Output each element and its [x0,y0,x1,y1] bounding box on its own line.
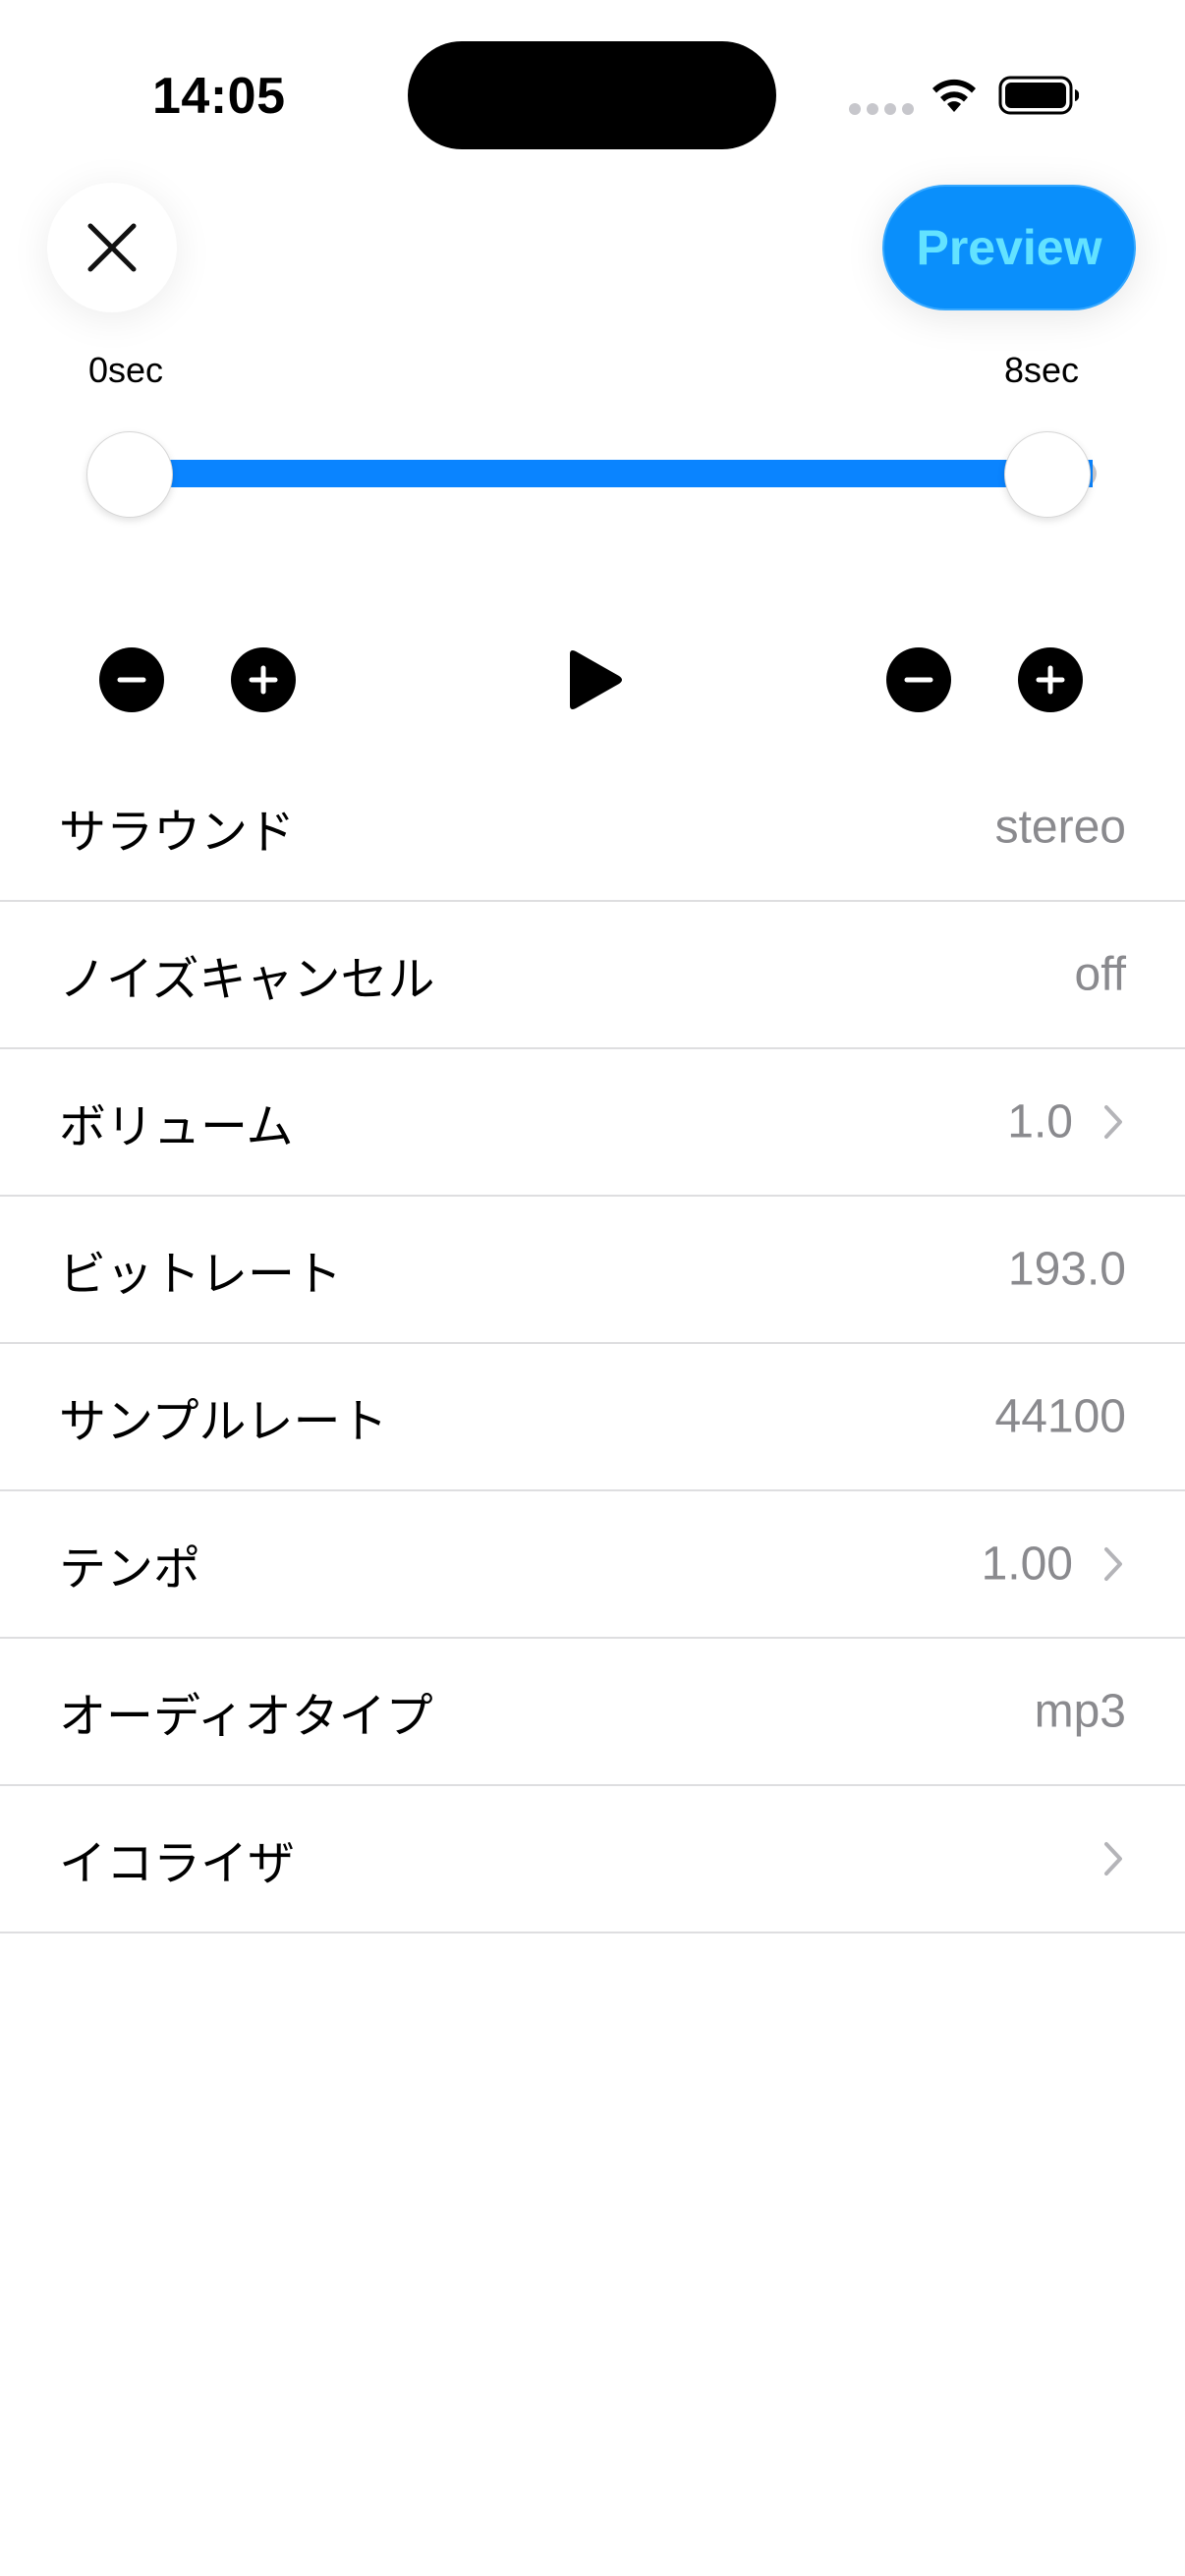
setting-label: サラウンド [59,805,296,860]
chevron-right-icon [1104,1105,1122,1139]
dynamic-island [408,41,776,149]
setting-label: イコライザ [59,1836,296,1891]
setting-row-bitrate[interactable]: ビットレート 193.0 [0,1197,1185,1344]
setting-label: テンポ [59,1541,201,1596]
chevron-right-icon [1104,1842,1122,1876]
setting-value: 1.0 [1007,1095,1073,1148]
setting-value: 1.00 [981,1538,1073,1591]
close-icon [87,223,137,272]
setting-row-volume[interactable]: ボリューム 1.0 [0,1049,1185,1197]
setting-row-equalizer[interactable]: イコライザ [0,1786,1185,1933]
wifi-icon [932,79,976,112]
plus-icon [249,665,278,695]
setting-label: サンプルレート [59,1394,388,1449]
setting-value: stereo [994,801,1126,854]
end-increase-button[interactable] [1018,647,1083,712]
minus-icon [904,677,933,683]
minus-icon [117,677,146,683]
setting-value: 44100 [994,1390,1126,1443]
battery-icon [998,76,1080,115]
setting-label: オーディオタイプ [59,1689,433,1744]
setting-row-audio-type[interactable]: オーディオタイプ mp3 [0,1639,1185,1786]
plus-icon [1036,665,1065,695]
range-start-label: 0sec [88,350,164,390]
settings-list: サラウンド stereo ノイズキャンセル off ボリューム 1.0 ビットレ… [0,755,1185,1933]
range-end-label: 8sec [1004,350,1080,390]
setting-row-sample-rate[interactable]: サンプルレート 44100 [0,1344,1185,1491]
close-button[interactable] [47,183,177,312]
range-end-thumb[interactable] [1004,431,1091,518]
status-time: 14:05 [152,68,286,125]
range-start-thumb[interactable] [86,431,173,518]
chevron-right-icon [1104,1547,1122,1581]
setting-value: mp3 [1034,1685,1126,1738]
screen: 14:05 Preview 0sec 8sec サラウンド stereo ノイズ… [0,0,1185,2576]
setting-row-tempo[interactable]: テンポ 1.00 [0,1491,1185,1639]
preview-button[interactable]: Preview [882,185,1136,310]
start-increase-button[interactable] [231,647,296,712]
setting-row-surround[interactable]: サラウンド stereo [0,755,1185,902]
setting-label: ノイズキャンセル [59,952,435,1007]
setting-label: ビットレート [59,1247,343,1302]
setting-row-noise-cancel[interactable]: ノイズキャンセル off [0,902,1185,1049]
play-button[interactable] [564,648,625,711]
setting-value: 193.0 [1007,1243,1126,1296]
range-slider-track[interactable] [130,460,1093,487]
start-decrease-button[interactable] [99,647,164,712]
cellular-signal-icon [849,103,914,115]
setting-label: ボリューム [59,1099,294,1154]
setting-value: off [1074,948,1127,1001]
end-decrease-button[interactable] [886,647,951,712]
